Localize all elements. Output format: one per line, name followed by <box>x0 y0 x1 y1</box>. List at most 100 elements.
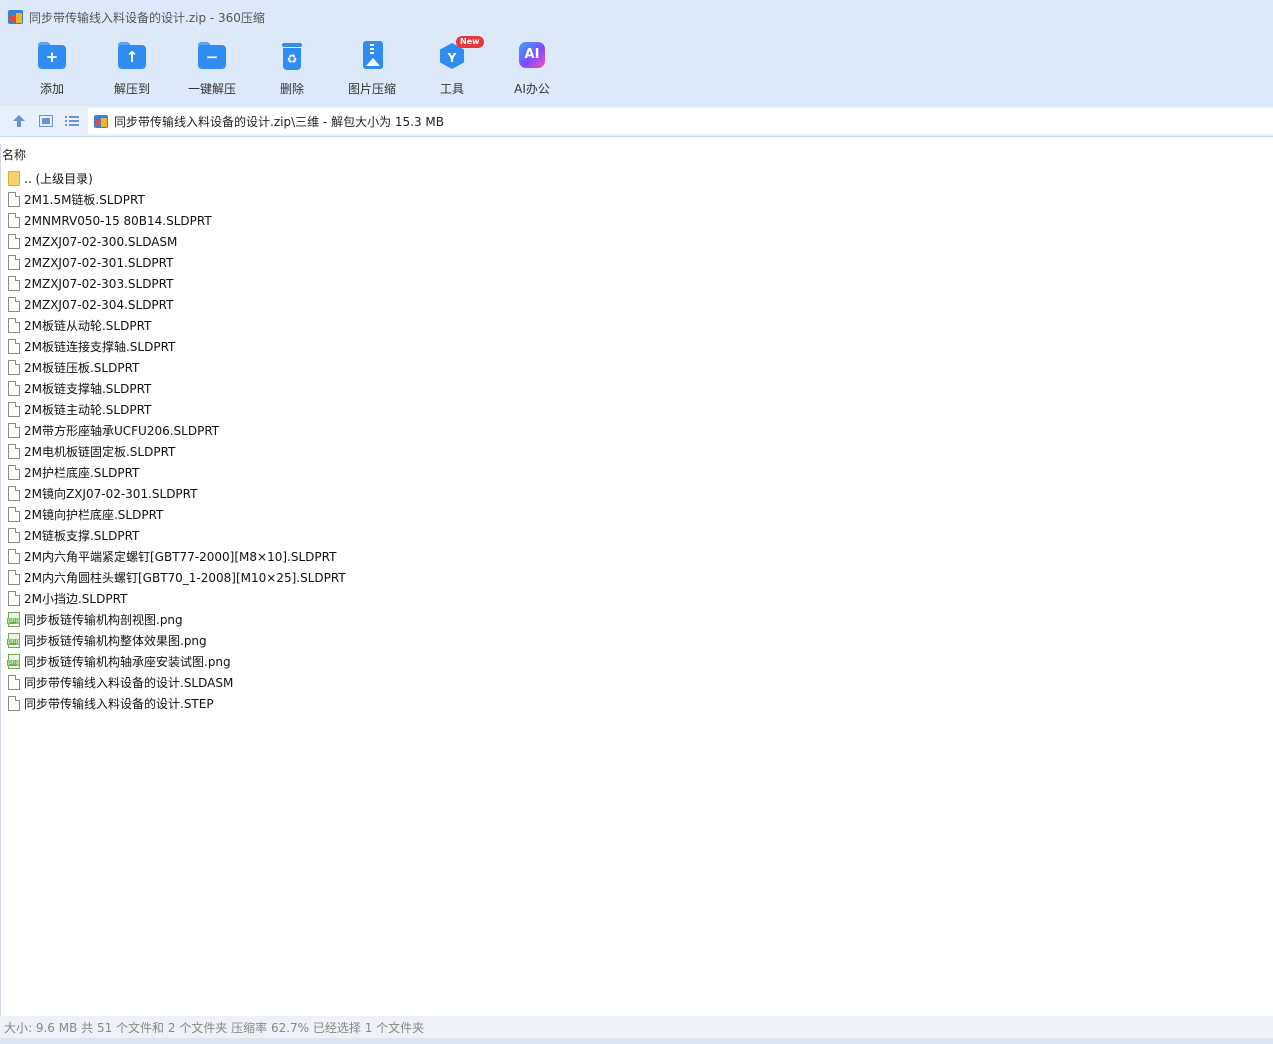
file-name: 2M镜向护栏底座.SLDPRT <box>24 508 164 522</box>
column-header-name[interactable]: 名称 <box>1 144 1273 166</box>
navigation-bar: 同步带传输线入料设备的设计.zip\三维 - 解包大小为 15.3 MB <box>0 106 1273 137</box>
extract-to-label: 解压到 <box>113 82 150 96</box>
list-view-icon[interactable] <box>63 112 81 130</box>
list-item[interactable]: 2MZXJ07-02-303.SLDPRT <box>1 273 1273 294</box>
file-name: 2M内六角圆柱头螺钉[GBT70_1-2008][M10×25].SLDPRT <box>24 571 346 585</box>
list-item[interactable]: 2M板链支撑轴.SLDPRT <box>1 378 1273 399</box>
file-name: 2M电机板链固定板.SLDPRT <box>24 445 176 459</box>
file-name: 2M内六角平端紧定螺钉[GBT77-2000][M8×10].SLDPRT <box>24 550 337 564</box>
file-icon <box>8 675 20 690</box>
file-name: 同步带传输线入料设备的设计.STEP <box>24 697 214 711</box>
image-file-icon <box>7 612 21 627</box>
list-item[interactable]: 2M板链主动轮.SLDPRT <box>1 399 1273 420</box>
file-name: .. (上级目录) <box>24 172 93 186</box>
image-compress-icon <box>356 40 388 72</box>
window-title: 同步带传输线入料设备的设计.zip - 360压缩 <box>29 10 265 25</box>
list-item[interactable]: 2MNMRV050-15 80B14.SLDPRT <box>1 210 1273 231</box>
list-item[interactable]: 2M板链从动轮.SLDPRT <box>1 315 1273 336</box>
path-bar[interactable]: 同步带传输线入料设备的设计.zip\三维 - 解包大小为 15.3 MB <box>88 108 1273 134</box>
image-compress-button[interactable]: 图片压缩 <box>340 38 404 100</box>
file-icon <box>8 486 20 501</box>
file-name: 同步板链传输机构轴承座安装试图.png <box>24 655 231 669</box>
file-icon <box>8 507 20 522</box>
image-compress-label: 图片压缩 <box>347 82 396 96</box>
app-logo-icon <box>8 10 23 24</box>
list-item[interactable]: 同步带传输线入料设备的设计.STEP <box>1 693 1273 714</box>
add-button-label: 添加 <box>39 82 64 96</box>
tools-icon: Y New <box>436 36 484 72</box>
file-name: 2MZXJ07-02-304.SLDPRT <box>24 297 174 312</box>
file-icon <box>8 360 20 375</box>
one-click-extract-button[interactable]: − 一键解压 <box>180 38 244 100</box>
list-item[interactable]: 2M电机板链固定板.SLDPRT <box>1 441 1273 462</box>
list-item[interactable]: 2M带方形座轴承UCFU206.SLDPRT <box>1 420 1273 441</box>
list-item[interactable]: .. (上级目录) <box>1 168 1273 189</box>
tools-label: 工具 <box>439 82 464 96</box>
file-name: 2MNMRV050-15 80B14.SLDPRT <box>24 213 212 228</box>
one-click-extract-icon: − <box>196 40 228 72</box>
list-item[interactable]: 2M板链压板.SLDPRT <box>1 357 1273 378</box>
list-item[interactable]: 2M1.5M链板.SLDPRT <box>1 189 1273 210</box>
file-name: 同步带传输线入料设备的设计.SLDASM <box>24 676 234 690</box>
list-item[interactable]: 同步板链传输机构整体效果图.png <box>1 630 1273 651</box>
file-icon <box>8 318 20 333</box>
file-icon <box>8 234 20 249</box>
new-badge: New <box>456 36 484 48</box>
file-icon <box>8 570 20 585</box>
file-icon <box>8 423 20 438</box>
file-icon <box>8 255 20 270</box>
list-item[interactable]: 2MZXJ07-02-301.SLDPRT <box>1 252 1273 273</box>
list-item[interactable]: 同步板链传输机构轴承座安装试图.png <box>1 651 1273 672</box>
extract-to-icon: ↑ <box>116 40 148 72</box>
list-item[interactable]: 2M板链连接支撑轴.SLDPRT <box>1 336 1273 357</box>
list-item[interactable]: 2M内六角圆柱头螺钉[GBT70_1-2008][M10×25].SLDPRT <box>1 567 1273 588</box>
toolbar: + 添加 ↑ 解压到 − 一键解压 ♻ 删除 图片压缩 Y New 工具 AI … <box>0 34 1273 106</box>
file-icon <box>8 297 20 312</box>
list-item[interactable]: 2M内六角平端紧定螺钉[GBT77-2000][M8×10].SLDPRT <box>1 546 1273 567</box>
ai-office-button[interactable]: AI AI办公 <box>500 38 564 100</box>
title-bar: 同步带传输线入料设备的设计.zip - 360压缩 <box>0 0 1273 34</box>
file-name: 2M板链支撑轴.SLDPRT <box>24 382 152 396</box>
thumbnail-view-icon[interactable] <box>37 112 55 130</box>
file-name: 2M1.5M链板.SLDPRT <box>24 193 145 207</box>
file-name: 2M链板支撑.SLDPRT <box>24 529 140 543</box>
file-name: 同步板链传输机构整体效果图.png <box>24 634 207 648</box>
file-name: 2M带方形座轴承UCFU206.SLDPRT <box>24 424 220 438</box>
file-icon <box>8 192 20 207</box>
recycle-bin-icon: ♻ <box>276 40 308 72</box>
add-button[interactable]: + 添加 <box>20 38 84 100</box>
file-name: 2M板链连接支撑轴.SLDPRT <box>24 340 176 354</box>
list-item[interactable]: 2M小挡边.SLDPRT <box>1 588 1273 609</box>
path-text: 同步带传输线入料设备的设计.zip\三维 - 解包大小为 15.3 MB <box>114 114 445 129</box>
file-name: 2M板链压板.SLDPRT <box>24 361 140 375</box>
ai-glyph: AI <box>519 42 545 68</box>
up-arrow-icon[interactable] <box>10 112 28 130</box>
file-icon <box>8 696 20 711</box>
archive-icon <box>94 114 108 128</box>
list-item[interactable]: 同步板链传输机构剖视图.png <box>1 609 1273 630</box>
list-item[interactable]: 同步带传输线入料设备的设计.SLDASM <box>1 672 1273 693</box>
list-item[interactable]: 2M镜向护栏底座.SLDPRT <box>1 504 1273 525</box>
ai-office-label: AI办公 <box>514 82 550 96</box>
extract-to-button[interactable]: ↑ 解压到 <box>100 38 164 100</box>
list-item[interactable]: 2M护栏底座.SLDPRT <box>1 462 1273 483</box>
list-item[interactable]: 2M镜向ZXJ07-02-301.SLDPRT <box>1 483 1273 504</box>
bottom-strip <box>0 1038 1273 1044</box>
file-icon <box>8 465 20 480</box>
list-item[interactable]: 2M链板支撑.SLDPRT <box>1 525 1273 546</box>
file-name: 2M护栏底座.SLDPRT <box>24 466 140 480</box>
add-folder-icon: + <box>36 40 68 72</box>
file-list: 名称 .. (上级目录) 2M1.5M链板.SLDPRT 2MNMRV050-15 … <box>0 144 1273 1016</box>
delete-button[interactable]: ♻ 删除 <box>260 38 324 100</box>
list-item[interactable]: 2MZXJ07-02-304.SLDPRT <box>1 294 1273 315</box>
file-name: 2M板链主动轮.SLDPRT <box>24 403 152 417</box>
file-name: 同步板链传输机构剖视图.png <box>24 613 183 627</box>
file-icon <box>8 213 20 228</box>
file-name: 2MZXJ07-02-301.SLDPRT <box>24 255 174 270</box>
file-icon <box>8 381 20 396</box>
list-item[interactable]: 2MZXJ07-02-300.SLDASM <box>1 231 1273 252</box>
file-icon <box>8 528 20 543</box>
image-file-icon <box>7 654 21 669</box>
tools-button[interactable]: Y New 工具 <box>420 36 484 100</box>
file-list-rows: .. (上级目录) 2M1.5M链板.SLDPRT 2MNMRV050-15 80B… <box>1 168 1273 714</box>
